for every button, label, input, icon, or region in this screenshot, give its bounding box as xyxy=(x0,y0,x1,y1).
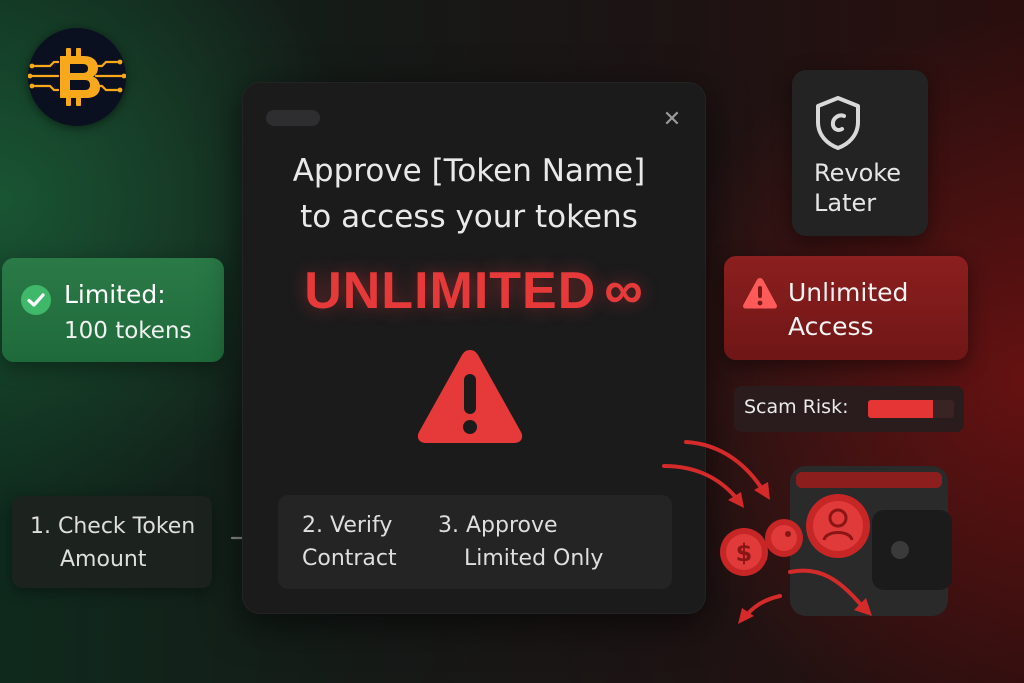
dollar-coin-icon: $ xyxy=(720,528,768,576)
user-coin-icon xyxy=(806,494,870,558)
close-icon[interactable]: ✕ xyxy=(660,108,684,132)
revoke-text: Revoke Later xyxy=(814,158,901,218)
coin-icon xyxy=(765,519,803,557)
unlimited-label: UNLIMITED xyxy=(304,262,597,320)
bitcoin-icon xyxy=(28,48,126,106)
limited-amount: 100 tokens xyxy=(64,318,192,344)
unlimited-access-text: Unlimited Access xyxy=(788,276,908,344)
svg-text:$: $ xyxy=(736,539,753,567)
step-2-line2: Contract xyxy=(302,546,397,571)
red-arrow-icon xyxy=(662,440,766,502)
scam-risk-meter: Scam Risk: xyxy=(734,386,964,432)
infinity-icon: ∞ xyxy=(604,260,644,320)
scam-risk-track xyxy=(868,400,954,418)
unlimited-access-card: Unlimited Access xyxy=(724,256,968,360)
dialog-title-line1: Approve [Token Name] xyxy=(292,153,646,189)
scam-risk-fill xyxy=(868,400,934,418)
step-2-text: 2. Verify Contract xyxy=(302,509,397,575)
warning-triangle-icon xyxy=(743,278,777,309)
dialog-title-line2: to access your tokens xyxy=(300,199,638,235)
step-1-line1: 1. Check Token xyxy=(30,514,196,539)
step-3-text: 3. Approve Limited Only xyxy=(438,509,603,575)
wallet-drain-illustration: $ xyxy=(662,440,952,624)
step-2-line1: 2. Verify xyxy=(302,513,393,538)
steps-panel: 2. Verify Contract 3. Approve Limited On… xyxy=(278,495,672,589)
access-line2: Access xyxy=(788,312,874,341)
step-1-card: 1. Check Token Amount xyxy=(12,496,212,588)
shield-icon xyxy=(816,96,860,150)
revoke-later-card[interactable]: Revoke Later xyxy=(792,70,928,236)
dialog-title: Approve [Token Name] to access your toke… xyxy=(242,148,696,240)
step-3-line2: Limited Only xyxy=(464,546,604,571)
bitcoin-logo xyxy=(28,28,126,126)
step-1-line2: Amount xyxy=(60,547,147,572)
step-3-line1: 3. Approve xyxy=(438,513,558,538)
unlimited-warning-text: UNLIMITED ∞ xyxy=(242,260,706,321)
limited-label: Limited: xyxy=(64,280,166,309)
approval-dialog: ✕ Approve [Token Name] to access your to… xyxy=(242,82,706,614)
step-1-text: 1. Check Token Amount xyxy=(30,510,195,576)
revoke-line1: Revoke xyxy=(814,159,902,187)
access-line1: Unlimited xyxy=(788,278,909,307)
dialog-handle xyxy=(266,110,320,126)
revoke-line2: Later xyxy=(814,189,877,217)
check-circle-icon xyxy=(21,285,51,315)
scam-risk-label: Scam Risk: xyxy=(744,396,849,418)
limited-allowance-card: Limited: 100 tokens xyxy=(2,258,224,362)
warning-triangle-icon xyxy=(417,350,523,443)
